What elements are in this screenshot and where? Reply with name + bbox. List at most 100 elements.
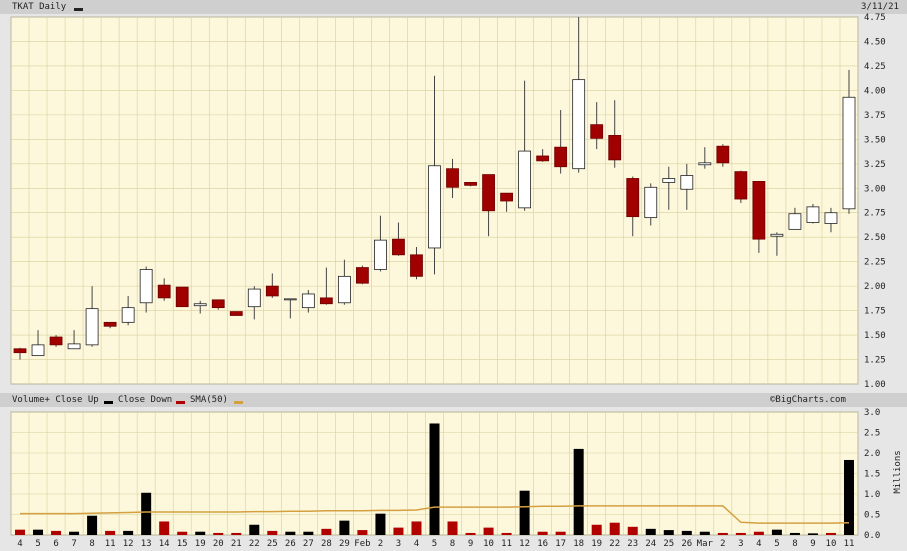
x-tick-label: 2 <box>720 539 725 549</box>
volume-bar <box>735 532 746 535</box>
volume-bar <box>789 532 800 535</box>
candle-body <box>247 288 261 308</box>
x-tick-label: 7 <box>71 539 76 549</box>
candle-body <box>572 79 586 170</box>
volume-bar <box>105 530 116 535</box>
x-tick-label: 17 <box>555 539 566 549</box>
candle-body <box>590 124 604 139</box>
candle-body <box>698 162 712 166</box>
x-tick-label: 12 <box>123 539 134 549</box>
candle-body <box>500 192 513 202</box>
volume-tick-label: 1.5 <box>864 470 880 480</box>
candle-body <box>644 186 658 219</box>
x-tick-label: 21 <box>231 539 242 549</box>
candle-body <box>770 233 784 237</box>
candle-body <box>211 299 225 309</box>
price-tick-label: 1.00 <box>864 380 886 390</box>
volume-tick-label: 2.5 <box>864 429 880 439</box>
volume-bar <box>771 529 782 535</box>
candle-body <box>31 344 45 357</box>
price-tick-label: 1.25 <box>864 356 886 366</box>
x-tick-label: 4 <box>414 539 419 549</box>
x-tick-label: 4 <box>17 539 22 549</box>
volume-bar <box>555 531 566 535</box>
volume-bar <box>717 532 728 535</box>
volume-bar <box>645 528 656 535</box>
legend-volume-up: Volume+ Close Up <box>12 395 99 405</box>
x-tick-label: 14 <box>159 539 170 549</box>
candle-body <box>265 285 279 297</box>
x-tick-label: 18 <box>573 539 584 549</box>
x-tick-label: 8 <box>450 539 455 549</box>
volume-bar <box>699 531 710 535</box>
price-tick-label: 1.50 <box>864 331 886 341</box>
volume-bar <box>195 531 206 535</box>
volume-legend-bar: Volume+ Close Up Close Down SMA(50) ©Big… <box>0 393 907 407</box>
volume-bar <box>321 528 332 535</box>
x-tick-label: 3 <box>396 539 401 549</box>
candle-body <box>680 175 694 190</box>
volume-tick-label: 3.0 <box>864 408 880 418</box>
price-tick-label: 3.25 <box>864 160 886 170</box>
volume-bar <box>501 532 512 535</box>
x-tick-label: 6 <box>53 539 58 549</box>
volume-tick-label: 1.0 <box>864 490 880 500</box>
legend-sma: SMA(50) <box>190 395 228 405</box>
volume-bar <box>87 515 98 535</box>
x-tick-label: 29 <box>339 539 350 549</box>
candle-body <box>482 174 495 212</box>
volume-bar <box>339 520 350 535</box>
candle-body <box>85 308 99 346</box>
volume-bar <box>663 530 674 535</box>
volume-bar <box>483 527 494 535</box>
candle-body <box>139 269 153 304</box>
volume-bar <box>573 448 584 535</box>
price-tick-label: 2.50 <box>864 233 886 243</box>
x-tick-label: 5 <box>35 539 40 549</box>
volume-bar <box>123 530 134 535</box>
volume-bar <box>537 531 548 535</box>
volume-tick-label: 2.0 <box>864 449 880 459</box>
price-tick-label: 3.00 <box>864 184 886 194</box>
candle-body <box>608 135 622 161</box>
volume-bar <box>267 530 278 535</box>
volume-bar <box>609 522 620 535</box>
x-tick-label: 26 <box>285 539 296 549</box>
x-tick-label: Feb <box>354 539 370 549</box>
x-tick-label: 27 <box>303 539 314 549</box>
x-tick-label: 15 <box>177 539 188 549</box>
volume-bar <box>393 527 404 535</box>
volume-bar <box>519 490 530 535</box>
volume-bar <box>843 459 854 535</box>
bigcharts-credit: ©BigCharts.com <box>770 395 846 405</box>
x-tick-label: 5 <box>774 539 779 549</box>
candle-body <box>536 155 550 162</box>
candle-body <box>842 96 856 210</box>
legend-sma-swatch <box>230 398 243 408</box>
x-tick-label: 22 <box>249 539 260 549</box>
x-tick-label: 11 <box>844 539 855 549</box>
x-tick-label: 25 <box>267 539 278 549</box>
x-tick-label: 20 <box>213 539 224 549</box>
candle-body <box>392 238 405 256</box>
candle-body <box>121 307 135 323</box>
x-tick-label: 4 <box>756 539 761 549</box>
price-tick-label: 2.00 <box>864 282 886 292</box>
x-tick-label: 10 <box>826 539 837 549</box>
price-tick-label: 4.75 <box>864 13 886 23</box>
candle-body <box>67 343 81 350</box>
candle-body <box>356 267 369 284</box>
volume-bar <box>213 532 224 535</box>
x-tick-label: 5 <box>432 539 437 549</box>
legend-up-swatch <box>100 398 113 408</box>
volume-bar <box>753 531 764 535</box>
volume-bar <box>231 532 242 535</box>
x-tick-label: 23 <box>627 539 638 549</box>
price-tick-label: 1.75 <box>864 307 886 317</box>
x-tick-label: 8 <box>89 539 94 549</box>
candle-body <box>626 178 640 218</box>
volume-bar <box>465 532 476 535</box>
volume-bar <box>15 529 26 535</box>
x-tick-label: 26 <box>681 539 692 549</box>
candle-body <box>464 181 477 186</box>
